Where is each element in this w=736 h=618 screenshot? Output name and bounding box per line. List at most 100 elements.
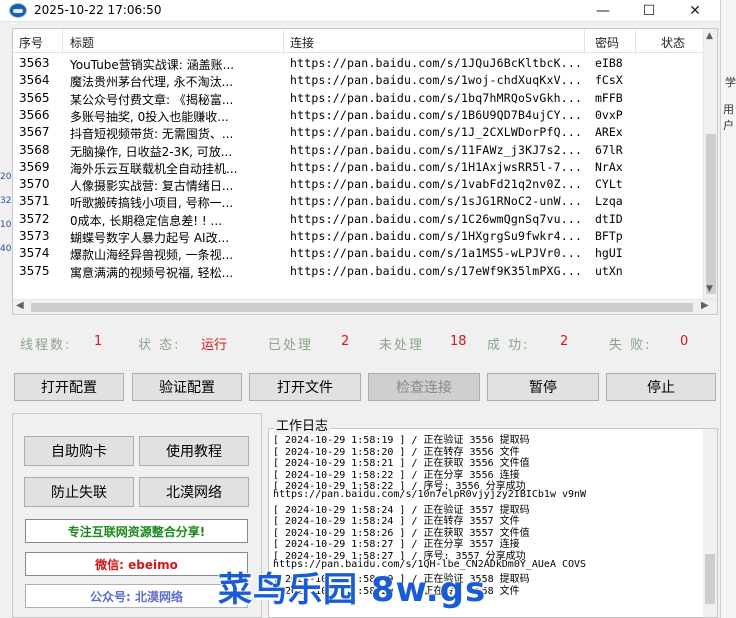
cell-num: 3572 xyxy=(19,211,50,226)
state-value: 运行 xyxy=(201,338,228,353)
table-row[interactable]: 3563 YouTube营销实战课: 涵盖账... https://pan.baid… xyxy=(13,55,703,72)
column-header-link[interactable]: 连接 xyxy=(290,34,314,51)
column-header-title[interactable]: 标题 xyxy=(70,34,94,51)
minimize-button[interactable]: — xyxy=(580,0,626,22)
title-bar: 2025-10-22 17:06:50 — ☐ ✕ xyxy=(0,0,720,22)
scroll-up-arrow-icon[interactable]: ▲ xyxy=(706,31,713,41)
close-button[interactable]: ✕ xyxy=(672,0,718,22)
cell-title: 0成本, 长期稳定信息差! ! ... xyxy=(70,213,222,228)
table-row[interactable]: 3565 某公众号付费文章: 《揭秘富... https://pan.baidu.c… xyxy=(13,90,703,107)
anti-lost-button[interactable]: 防止失联 xyxy=(24,477,134,507)
table-vertical-scrollbar[interactable]: ▲ ▼ xyxy=(703,29,717,299)
promo-slogan: 专注互联网资源整合分享! xyxy=(25,519,248,543)
beimo-network-button[interactable]: 北漠网络 xyxy=(139,477,249,507)
table-row[interactable]: 3574 爆款山海经异兽视频, 一条视... https://pan.baidu.c… xyxy=(13,245,703,262)
pause-button[interactable]: 暂停 xyxy=(487,373,599,401)
cell-num: 3574 xyxy=(19,246,50,261)
background-number: 40 xyxy=(0,244,12,254)
table-row[interactable]: 3572 0成本, 长期稳定信息差! ! ... https://pan.baidu… xyxy=(13,211,703,228)
column-header-status[interactable]: 状态 xyxy=(661,34,685,51)
table-row[interactable]: 3570 人像摄影实战营: 复古情绪日... https://pan.baidu.c… xyxy=(13,176,703,193)
table-row[interactable]: 3566 多账号抽奖, 0投入也能赚收... https://pan.baidu.c… xyxy=(13,107,703,124)
cell-link: https://pan.baidu.com/s/17eWf9K35lmPXG..… xyxy=(290,263,580,278)
cell-title: 海外乐云互联载机全自动挂机... xyxy=(70,161,238,176)
cell-code: BFTp xyxy=(595,229,623,243)
cell-link: https://pan.baidu.com/s/1sJG1RNoC2-unW..… xyxy=(290,194,580,209)
table-row[interactable]: 3571 听歌搬砖搞钱小项目, 号称一... https://pan.baidu.c… xyxy=(13,193,703,210)
results-table[interactable]: 序号 标题 连接 密码 状态 3563 YouTube营销实战课: 涵盖账... h… xyxy=(12,28,718,315)
cell-link: https://pan.baidu.com/s/1B6U9QD7B4ujCY..… xyxy=(290,107,580,122)
table-row[interactable]: 3575 寓意满满的视频号祝福, 轻松... https://pan.baidu.c… xyxy=(13,263,703,280)
table-row[interactable]: 3569 海外乐云互联载机全自动挂机... https://pan.baidu.co… xyxy=(13,159,703,176)
column-divider xyxy=(62,29,63,53)
app-window: 2025-10-22 17:06:50 — ☐ ✕ 学 用户 20 32 10 … xyxy=(0,0,736,618)
app-logo-icon xyxy=(9,3,27,18)
log-line: [ 2024-10-29 1:58:24 ] / 正在验证 3557 提取码 xyxy=(273,504,530,516)
scroll-down-arrow-icon[interactable]: ▼ xyxy=(706,284,713,294)
table-row[interactable]: 3567 抖音短视频带货: 无需囤货、... https://pan.baidu.c… xyxy=(13,124,703,141)
background-text-a: 学 xyxy=(725,76,736,89)
action-toolbar: 打开配置 验证配置 打开文件 检查连接 暂停 停止 xyxy=(12,373,718,403)
table-horizontal-scrollbar[interactable]: ◀ ▶ xyxy=(13,299,717,314)
scroll-left-arrow-icon[interactable]: ◀ xyxy=(16,300,24,311)
cell-title: 多账号抽奖, 0投入也能赚收... xyxy=(70,109,229,124)
cell-code: NrAx xyxy=(595,159,623,174)
check-link-button[interactable]: 检查连接 xyxy=(368,373,480,401)
cell-num: 3568 xyxy=(19,142,50,157)
cell-link: https://pan.baidu.com/s/1HXgrgSu9fwkr4..… xyxy=(290,229,580,243)
table-row[interactable]: 3564 魔法贵州茅台代理, 永不淘汰... https://pan.baidu.c… xyxy=(13,72,703,89)
pending-value: 18 xyxy=(450,334,467,349)
tutorial-button[interactable]: 使用教程 xyxy=(139,436,249,466)
processed-value: 2 xyxy=(341,334,350,349)
column-header-num[interactable]: 序号 xyxy=(19,34,43,51)
table-row[interactable]: 3573 蝴蝶号数字人暴力起号 AI改... https://pan.baidu.c… xyxy=(13,228,703,245)
verify-config-button[interactable]: 验证配置 xyxy=(132,373,242,401)
background-text-b: 用户 xyxy=(723,103,734,132)
buy-card-button[interactable]: 自助购卡 xyxy=(24,436,134,466)
scrollbar-thumb[interactable] xyxy=(31,303,693,312)
maximize-button[interactable]: ☐ xyxy=(626,0,672,22)
cell-title: YouTube营销实战课: 涵盖账... xyxy=(70,58,235,72)
cell-num: 3564 xyxy=(19,73,50,88)
cell-link: https://pan.baidu.com/s/1vabFd21q2nv0Z..… xyxy=(290,177,580,192)
cell-code: AREx xyxy=(595,125,623,140)
background-window-left-edge: 20 32 10 40 xyxy=(0,110,12,270)
scrollbar-thumb[interactable] xyxy=(706,134,716,294)
fail-value: 0 xyxy=(680,334,689,349)
open-file-button[interactable]: 打开文件 xyxy=(249,373,361,401)
column-divider xyxy=(584,29,585,53)
cell-code: Lzqa xyxy=(595,194,623,209)
cell-link: https://pan.baidu.com/s/1a1MS5-wLPJVr0..… xyxy=(290,246,580,261)
column-divider xyxy=(283,29,284,53)
cell-code: CYLt xyxy=(595,177,623,192)
background-number: 20 xyxy=(0,172,12,182)
open-config-button[interactable]: 打开配置 xyxy=(14,373,124,401)
cell-code: 0vxP xyxy=(595,107,623,122)
cell-title: 某公众号付费文章: 《揭秘富... xyxy=(70,92,234,107)
background-window-edge: 学 用户 xyxy=(720,0,736,618)
log-scrollbar[interactable] xyxy=(703,429,717,617)
cell-num: 3573 xyxy=(19,229,50,243)
cell-title: 人像摄影实战营: 复古情绪日... xyxy=(70,179,234,194)
threads-value: 1 xyxy=(94,334,103,349)
table-body: 3563 YouTube营销实战课: 涵盖账... https://pan.baid… xyxy=(13,53,703,299)
table-row[interactable]: 3568 无脑操作, 日收益2-3K, 可放... https://pan.baid… xyxy=(13,142,703,159)
promo-official-account: 公众号: 北漠网络 xyxy=(25,584,248,608)
cell-num: 3563 xyxy=(19,56,50,70)
scroll-right-arrow-icon[interactable]: ▶ xyxy=(701,300,709,311)
cell-title: 魔法贵州茅台代理, 永不淘汰... xyxy=(70,75,234,90)
state-label: 状 态: xyxy=(138,338,181,353)
cell-link: https://pan.baidu.com/s/1J_2CXLWDorPfQ..… xyxy=(290,125,580,140)
cell-num: 3569 xyxy=(19,159,50,174)
cell-num: 3575 xyxy=(19,263,50,278)
cell-title: 蝴蝶号数字人暴力起号 AI改... xyxy=(70,231,230,245)
status-bar: 线程数: 1 状 态: 运行 已处理 2 未处理 18 成 功: 2 失 败: … xyxy=(12,330,718,354)
table-header: 序号 标题 连接 密码 状态 xyxy=(13,29,703,53)
cell-link: https://pan.baidu.com/s/1C26wmQgnSq7vu..… xyxy=(290,211,580,226)
cell-title: 抖音短视频带货: 无需囤货、... xyxy=(70,127,234,142)
background-number: 10 xyxy=(0,220,12,230)
success-label: 成 功: xyxy=(487,338,530,353)
scrollbar-thumb[interactable] xyxy=(705,554,715,604)
column-header-code[interactable]: 密码 xyxy=(595,34,619,51)
stop-button[interactable]: 停止 xyxy=(606,373,716,401)
